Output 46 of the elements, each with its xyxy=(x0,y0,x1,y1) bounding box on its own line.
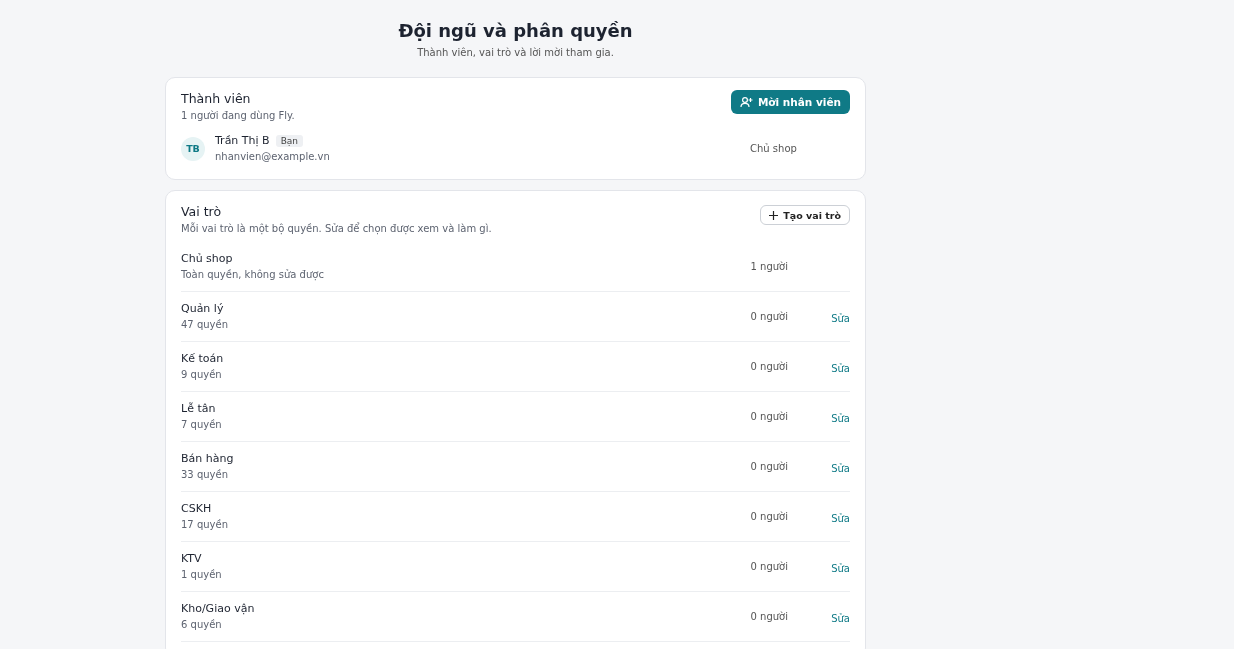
edit-link[interactable]: Sửa xyxy=(831,513,850,524)
role-name: Kế toán xyxy=(181,351,225,367)
member-count: 0 người xyxy=(750,511,788,522)
role-detail: 7 quyền xyxy=(181,418,223,432)
edit-link[interactable]: Sửa xyxy=(831,463,850,474)
member-count: 0 người xyxy=(750,311,788,322)
role-detail: 1 quyền xyxy=(181,568,223,582)
you-badge: Bạn xyxy=(275,135,304,147)
role-detail: 9 quyền xyxy=(181,368,223,382)
edit-link[interactable]: Sửa xyxy=(831,413,850,424)
page-subtitle: Thành viên, vai trò và lời mời tham gia. xyxy=(416,47,615,58)
edit-link[interactable]: Sửa xyxy=(831,563,850,574)
member-count: 0 người xyxy=(750,461,788,472)
member-name: Trần Thị B xyxy=(215,133,270,149)
member-count: 0 người xyxy=(750,411,788,422)
member-role: Chủ shop xyxy=(750,143,798,154)
plus-icon xyxy=(769,210,779,220)
section-title: Vai trò xyxy=(181,203,223,221)
invite-button[interactable]: Mời nhân viên xyxy=(730,90,850,114)
member-count: 0 người xyxy=(750,561,788,572)
edit-link[interactable]: Sửa xyxy=(831,313,850,324)
role-name: KTV xyxy=(181,551,203,567)
page-title: Đội ngũ và phân quyền xyxy=(397,19,634,43)
edit-link[interactable]: Sửa xyxy=(831,363,850,374)
role-name: Quản lý xyxy=(181,301,225,317)
role-detail: 47 quyền xyxy=(181,318,229,332)
role-name: CSKH xyxy=(181,501,213,517)
role-name: Chủ shop xyxy=(181,251,234,267)
section-subtitle: Mỗi vai trò là một bộ quyền. Sửa để chọn được xem và làm gì. xyxy=(181,221,492,236)
member-count: 0 người xyxy=(750,361,788,372)
member-email: nhanvien@example.vn xyxy=(215,150,331,164)
create-role-button[interactable]: Tạo vai trò xyxy=(760,205,850,225)
member-count: 1 người xyxy=(750,261,788,272)
member-count: 0 người xyxy=(750,611,788,622)
role-detail: 17 quyền xyxy=(181,518,229,532)
add-user-icon xyxy=(739,96,753,108)
role-detail: 6 quyền xyxy=(181,618,223,632)
role-name: Kho/Giao vận xyxy=(181,601,256,617)
role-detail: 33 quyền xyxy=(181,468,229,482)
edit-link[interactable]: Sửa xyxy=(831,613,850,624)
role-name: Bán hàng xyxy=(181,451,235,467)
role-name: Lễ tân xyxy=(181,401,217,417)
section-subtitle: 1 người đang dùng Fly. xyxy=(181,109,295,123)
section-title: Thành viên xyxy=(181,90,252,108)
avatar: TB xyxy=(181,136,205,161)
role-detail: Toàn quyền, không sửa được xyxy=(181,268,325,282)
